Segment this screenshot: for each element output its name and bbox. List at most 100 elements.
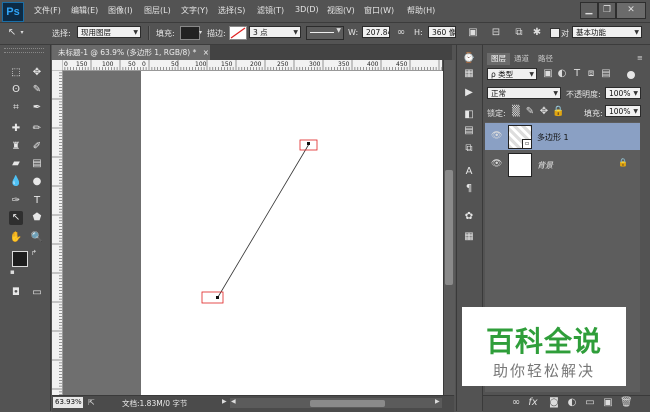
- visibility-eye-icon[interactable]: 👁: [491, 131, 502, 141]
- restore-button[interactable]: ❐: [598, 2, 616, 19]
- height-input[interactable]: 360 像: [428, 26, 456, 38]
- shape-path-overlay[interactable]: [141, 71, 443, 395]
- swap-colors-icon[interactable]: ↱: [31, 249, 37, 257]
- opacity-input[interactable]: 100% ▼: [605, 87, 641, 99]
- marquee-tool-icon[interactable]: ⬚: [9, 66, 23, 80]
- path-operations-icon[interactable]: ▣: [467, 27, 479, 39]
- adjustment-layer-icon[interactable]: ◐: [566, 397, 578, 409]
- actions-play-icon[interactable]: ▶: [462, 86, 476, 100]
- tab-channels[interactable]: 通道: [510, 53, 533, 65]
- hand-tool-icon[interactable]: ✋: [9, 231, 23, 245]
- filter-shape-icon[interactable]: ⧈: [585, 68, 597, 80]
- paragraph-panel-icon[interactable]: ¶: [462, 182, 476, 196]
- delete-layer-icon[interactable]: 🗑: [620, 397, 633, 409]
- filter-adjustment-icon[interactable]: ◐: [556, 68, 568, 80]
- healing-brush-tool-icon[interactable]: ✚: [9, 122, 23, 136]
- filter-toggle-icon[interactable]: [627, 71, 635, 79]
- anchor-handle[interactable]: [307, 142, 310, 145]
- vertical-ruler[interactable]: [52, 70, 63, 395]
- tool-preset-dropdown-icon[interactable]: ▾: [16, 27, 28, 39]
- tab-paths[interactable]: 路径: [534, 53, 557, 65]
- grid-panel-icon[interactable]: ▦: [462, 230, 476, 244]
- zoom-tool-icon[interactable]: 🔍: [30, 231, 44, 245]
- align-edges-checkbox[interactable]: [550, 28, 560, 38]
- link-dimensions-icon[interactable]: ∞: [395, 27, 407, 39]
- fx-icon[interactable]: fx: [527, 397, 539, 409]
- panel-menu-icon[interactable]: ≡: [637, 54, 643, 62]
- link-layers-icon[interactable]: ∞: [510, 397, 522, 409]
- layer-name[interactable]: 背景: [537, 160, 553, 171]
- fill-opacity-input[interactable]: 100% ▼: [605, 105, 641, 117]
- fill-swatch[interactable]: [180, 26, 200, 40]
- mini-bridge-icon[interactable]: ▦: [462, 67, 476, 81]
- blur-tool-icon[interactable]: 💧: [9, 175, 23, 189]
- minimize-button[interactable]: ▁: [580, 2, 598, 19]
- polygon-path-line[interactable]: [217, 143, 310, 298]
- lock-position-icon[interactable]: ✥: [538, 106, 550, 118]
- layer-name[interactable]: 多边形 1: [537, 132, 569, 143]
- menu-file[interactable]: 文件(F): [34, 5, 61, 16]
- eraser-tool-icon[interactable]: ▰: [9, 157, 23, 171]
- quick-select-tool-icon[interactable]: ✎: [30, 83, 44, 97]
- dodge-tool-icon[interactable]: ●: [30, 175, 44, 189]
- path-selection-tool-icon[interactable]: ↖: [9, 211, 23, 225]
- eyedropper-tool-icon[interactable]: ✒: [30, 101, 44, 115]
- menu-view[interactable]: 视图(V): [327, 5, 355, 16]
- lock-transparency-icon[interactable]: ▒: [510, 106, 522, 118]
- menu-filter[interactable]: 滤镜(T): [257, 5, 284, 16]
- select-dropdown[interactable]: 现用图层 ▼: [77, 26, 141, 38]
- filter-smart-object-icon[interactable]: ▤: [600, 68, 612, 80]
- properties-panel-icon[interactable]: ▤: [462, 124, 476, 138]
- quick-mask-icon[interactable]: ◘: [9, 286, 23, 300]
- horizontal-scroll-thumb[interactable]: [310, 400, 385, 407]
- history-panel-icon[interactable]: ⌚: [462, 52, 476, 66]
- lock-all-icon[interactable]: 🔒: [552, 106, 564, 118]
- lasso-tool-icon[interactable]: ʘ: [9, 83, 23, 97]
- close-tab-icon[interactable]: ×: [203, 48, 209, 57]
- status-menu-icon[interactable]: ⇱: [88, 398, 95, 407]
- zoom-level-field[interactable]: 63.93%: [53, 397, 83, 408]
- chevron-down-icon[interactable]: ▾: [199, 29, 202, 36]
- layer-comps-icon[interactable]: ⧉: [462, 142, 476, 156]
- document-tab[interactable]: 未标题-1 @ 63.9% (多边形 1, RGB/8) * ×: [52, 45, 210, 60]
- menu-3d[interactable]: 3D(D): [295, 5, 319, 14]
- pen-tool-icon[interactable]: ✑: [9, 194, 23, 208]
- crop-tool-icon[interactable]: ⌗: [9, 101, 23, 115]
- vertical-scroll-thumb[interactable]: [445, 170, 453, 285]
- gradient-tool-icon[interactable]: ▤: [30, 157, 44, 171]
- new-group-icon[interactable]: ▭: [584, 397, 596, 409]
- move-tool-icon[interactable]: ✥: [30, 66, 44, 80]
- path-arrangement-icon[interactable]: ⧉: [513, 27, 525, 39]
- path-alignment-icon[interactable]: ⊟: [490, 27, 502, 39]
- stroke-type-dropdown[interactable]: ▼: [306, 26, 344, 40]
- adjustments-panel-icon[interactable]: ◧: [462, 108, 476, 122]
- stroke-width-field[interactable]: 3 点 ▼: [249, 26, 301, 38]
- panel-grip[interactable]: [4, 48, 44, 53]
- screen-mode-icon[interactable]: ▭: [30, 286, 44, 300]
- menu-type[interactable]: 文字(Y): [181, 5, 208, 16]
- layer-row-background[interactable]: 👁 背景 🔒: [485, 151, 640, 178]
- horizontal-ruler[interactable]: 0 150 100 50 0 50 100 150 200 250 300 35…: [62, 60, 442, 71]
- menu-layer[interactable]: 图层(L): [144, 5, 171, 16]
- filter-pixel-icon[interactable]: ▣: [542, 68, 554, 80]
- close-button[interactable]: ✕: [616, 2, 646, 19]
- menu-select[interactable]: 选择(S): [218, 5, 245, 16]
- tab-layers[interactable]: 图层: [487, 53, 510, 65]
- menu-help[interactable]: 帮助(H): [407, 5, 435, 16]
- shape-tool-icon[interactable]: ⬟: [30, 211, 44, 225]
- blend-mode-dropdown[interactable]: 正常 ▼: [487, 87, 561, 99]
- anchor-handle[interactable]: [216, 296, 219, 299]
- menu-edit[interactable]: 编辑(E): [71, 5, 98, 16]
- default-colors-icon[interactable]: ▪: [10, 268, 15, 276]
- filter-type-icon[interactable]: T: [571, 68, 583, 80]
- stroke-swatch[interactable]: [229, 26, 247, 40]
- visibility-eye-icon[interactable]: 👁: [491, 159, 502, 169]
- layer-filter-dropdown[interactable]: ρ 类型 ▼: [487, 68, 537, 80]
- lock-pixels-icon[interactable]: ✎: [524, 106, 536, 118]
- scroll-right-icon[interactable]: ▶: [435, 398, 440, 405]
- clone-stamp-tool-icon[interactable]: ♜: [9, 140, 23, 154]
- history-brush-tool-icon[interactable]: ✐: [30, 140, 44, 154]
- status-arrow-icon[interactable]: ▶: [222, 398, 227, 405]
- swatches-panel-icon[interactable]: ✿: [462, 210, 476, 224]
- character-panel-icon[interactable]: A: [462, 165, 476, 179]
